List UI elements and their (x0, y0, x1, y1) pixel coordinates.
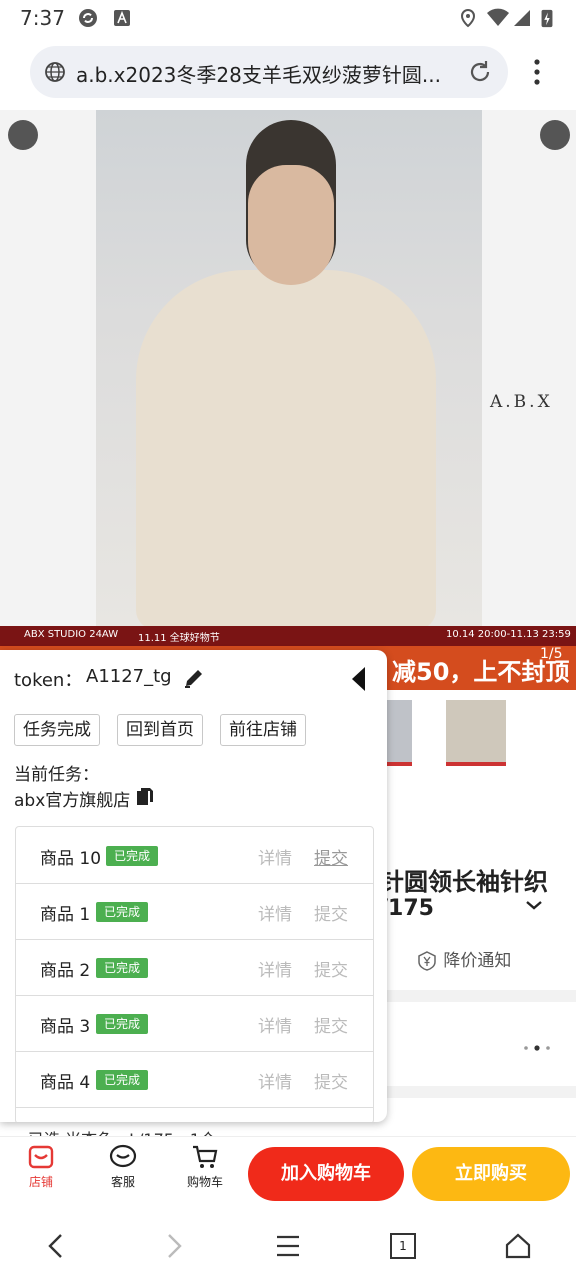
globe-icon (45, 62, 65, 82)
reload-icon[interactable] (466, 58, 494, 86)
current-task-label: 当前任务： (14, 765, 99, 785)
cart-icon (193, 1145, 218, 1168)
brand-watermark: A.B.X (490, 392, 553, 412)
more-dots-icon[interactable] (522, 1044, 552, 1052)
sync-icon (79, 9, 97, 27)
back-button[interactable] (8, 120, 38, 150)
back-home-button[interactable]: 回到首页 (117, 714, 203, 746)
token-label: token： (14, 670, 83, 691)
submit-link[interactable]: 提交 (314, 844, 348, 869)
buy-now-button[interactable]: 立即购买 (412, 1147, 570, 1201)
status-badge: 已完成 (96, 1070, 149, 1090)
wifi-icon (487, 8, 509, 26)
battery-icon (541, 9, 553, 28)
url-text[interactable]: a.b.x2023冬季28支羊毛双纱菠萝针圆... (76, 59, 456, 88)
copy-icon[interactable] (136, 787, 154, 807)
product-size: /175 (380, 896, 434, 921)
token-value: A1127_tg (86, 666, 172, 687)
task-row: 商品 4 已完成 详情 提交 (16, 1051, 373, 1108)
detail-link[interactable]: 详情 (258, 1012, 292, 1037)
more-menu-icon[interactable] (526, 58, 548, 86)
browser-nav-bar: 1 (0, 1212, 576, 1280)
price-notice-icon (418, 951, 436, 971)
product-title: 针圆领长袖针织 (380, 868, 548, 896)
promo-strip: ABX STUDIO 24AW 11.11 全球好物节 10.14 20:00-… (0, 626, 576, 646)
tab-customer-service[interactable]: 客服 (93, 1143, 153, 1190)
status-time: 7:37 (20, 6, 65, 30)
bottom-action-bar: 店铺 客服 购物车 加入购物车 立即购买 (0, 1136, 576, 1211)
submit-link[interactable]: 提交 (314, 900, 348, 925)
thumbnail[interactable] (446, 700, 506, 766)
submit-link[interactable]: 提交 (314, 956, 348, 981)
task-list: 商品 10 已完成 详情 提交 商品 1 已完成 详情 提交 商品 2 已完成 … (15, 826, 374, 1122)
signal-icon (514, 10, 530, 26)
status-badge: 已完成 (106, 846, 159, 866)
home-icon[interactable] (504, 1232, 532, 1260)
status-badge: 已完成 (96, 1014, 149, 1034)
address-bar[interactable]: a.b.x2023冬季28支羊毛双纱菠萝针圆... (30, 46, 508, 98)
task-name: 商品 2 (40, 961, 91, 981)
task-row: 商品 10 已完成 详情 提交 (16, 827, 373, 884)
tab-store[interactable]: 店铺 (11, 1143, 71, 1190)
more-button[interactable] (540, 120, 570, 150)
hamburger-menu-icon[interactable] (274, 1232, 302, 1260)
location-icon (460, 8, 476, 28)
go-to-store-button[interactable]: 前往店铺 (220, 714, 306, 746)
task-row: 商品 1 已完成 详情 提交 (16, 883, 373, 940)
task-name: 商品 4 (40, 1073, 91, 1093)
status-bar: 7:37 (0, 0, 576, 36)
detail-link[interactable]: 详情 (258, 1068, 292, 1093)
image-page-counter: 1/5 (540, 646, 563, 662)
status-badge: 已完成 (96, 958, 149, 978)
detail-link[interactable]: 详情 (258, 956, 292, 981)
task-row: 商品 3 已完成 详情 提交 (16, 995, 373, 1052)
add-to-cart-button[interactable]: 加入购物车 (248, 1147, 404, 1201)
store-icon (28, 1145, 54, 1169)
tabs-counter-button[interactable]: 1 (390, 1233, 416, 1259)
task-name: 商品 3 (40, 1017, 91, 1037)
task-panel: token： A1127_tg 任务完成 回到首页 前往店铺 当前任务： abx… (0, 650, 387, 1122)
price-drop-notice[interactable]: 降价通知 (416, 946, 511, 972)
shop-name: abx官方旗舰店 (14, 791, 131, 811)
task-row: 商品 2 已完成 详情 提交 (16, 939, 373, 996)
thumbnail-strip (386, 700, 576, 770)
collapse-panel-icon[interactable] (350, 666, 368, 692)
detail-link[interactable]: 详情 (258, 900, 292, 925)
thumbnail[interactable] (386, 700, 412, 766)
product-photo (96, 110, 482, 630)
task-name: 商品 1 (40, 905, 91, 925)
tab-cart[interactable]: 购物车 (175, 1143, 235, 1190)
chevron-down-icon[interactable] (524, 898, 544, 912)
forward-arrow-icon[interactable] (162, 1232, 186, 1260)
submit-link[interactable]: 提交 (314, 1068, 348, 1093)
detail-link[interactable]: 详情 (258, 844, 292, 869)
submit-link[interactable]: 提交 (314, 1012, 348, 1037)
product-image-carousel[interactable]: A.B.X (0, 110, 576, 630)
task-name: 商品 10 (40, 849, 102, 869)
task-complete-button[interactable]: 任务完成 (14, 714, 100, 746)
back-arrow-icon[interactable] (44, 1232, 68, 1260)
status-badge: 已完成 (96, 902, 149, 922)
app-notification-icon (114, 10, 130, 26)
edit-pencil-icon[interactable] (182, 666, 206, 690)
customer-service-icon (109, 1144, 137, 1168)
